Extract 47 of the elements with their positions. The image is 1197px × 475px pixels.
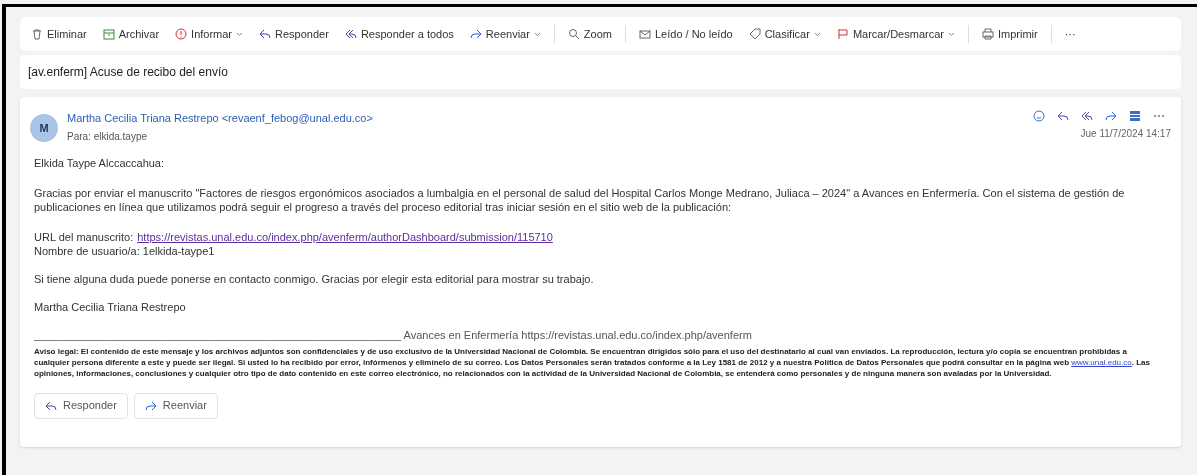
date-time: Jue 11/7/2024 14:17 (1080, 127, 1171, 141)
signature-name: Martha Cecilia Triana Restrepo (34, 299, 187, 314)
warning-circle-icon (175, 28, 188, 40)
manuscript-link[interactable]: https://revistas.unal.edu.co/index.php/avenferm/authorDashboard/submission/115710 (137, 229, 553, 244)
toolbar-button[interactable]: Informar (172, 22, 247, 46)
action-button[interactable]: Reenviar (133, 392, 218, 419)
toolbar-button[interactable]: Archivar (99, 22, 163, 46)
toolbar-button[interactable]: Zoom (564, 22, 615, 46)
contact-text: Si tiene alguna duda puede ponerse en contacto conmigo. Gracias por elegir esta editorial para mostrar su trabajo. (34, 271, 595, 286)
avatar: M (30, 114, 58, 142)
subject-title: [av.enferm] Acuse de recibo del envío (28, 64, 228, 81)
envelope-icon (639, 28, 651, 40)
forward-icon (469, 28, 482, 40)
toolbar-button[interactable]: Imprimir (978, 22, 1041, 46)
emoji-icon[interactable] (1033, 110, 1045, 122)
disclaimer-text: Aviso legal: El contenido de este mensaje y los archivos adjuntos son confidenciales y de uso exclusivo de la Universidad Nacional de Colombia. Se encuentran dirigidos sólo para el uso del destinatario al cual van enviados. La reproducción, lectura y/o copia se encuentran prohibidas a cualquier persona diferente a este y puede ser ilegal. Si usted lo ha recibido por error, infórmenos y elimínelo de su correo. Los Datos Personales serán tratados conforme a la Ley 1581 de 2012 y a nuestra Política de Datos Personales que podrá consultar en la página web www.unal.edu.co. Las opiniones, informaciones, conclusiones y cualquier otro tipo de dato contenido en este correo electrónico, no relacionados con la actividad de la Universidad Nacional de Colombia, se entenderá como personales y de ninguna manera son avaladas por la Universidad. (34, 345, 1151, 379)
toolbar-button[interactable]: Leído / No leído (636, 22, 736, 46)
reply-icon (45, 399, 57, 412)
flag-icon (836, 28, 849, 40)
greeting-text: Elkida Taype Alccaccahua: (34, 155, 166, 170)
reply-icon (259, 28, 272, 40)
toolbar-button[interactable]: ··· (1061, 22, 1079, 46)
action-button[interactable]: Responder (34, 392, 128, 419)
forward-icon[interactable] (1105, 110, 1117, 122)
journal-line: ____________________________________________________________ Avances en Enfermería https://revistas.unal.edu.co/index.php/avenferm (34, 327, 753, 342)
reply-icon[interactable] (1057, 110, 1069, 122)
recipient-line: Para: elkida.taype (67, 129, 149, 144)
reply-all-icon[interactable] (1081, 110, 1093, 122)
trash-icon (31, 28, 43, 40)
toolbar-button[interactable]: Responder a todos (341, 22, 457, 46)
sender-name[interactable]: Martha Cecilia Triana Restrepo <revaenf_febog@unal.edu.co> (67, 110, 373, 127)
printer-icon (981, 28, 994, 40)
toolbar-button[interactable]: Clasificar (745, 22, 824, 46)
disclaimer-link[interactable]: www.unal.edu.co (1071, 357, 1132, 367)
reply-all-icon (344, 28, 357, 40)
toolbar-button[interactable]: Reenviar (466, 22, 544, 46)
toolbar-button[interactable]: Responder (256, 22, 332, 46)
tag-icon (748, 28, 761, 40)
zoom-icon (567, 28, 580, 40)
body-paragraph: Gracias por enviar el manuscrito "Factores de riesgos ergonómicos asociados a lumbalgia en el personal de salud del Hospital Carlos Monge Medrano, Juliaca – 2024" a Avances en Enfermería. Con el sistema de gestión de publicaciones en línea que utilizamos podrá seguir el progreso a través del proceso editorial tras iniciar sesión en el sitio web de la publicación: (34, 185, 1126, 214)
url-label: URL del manuscrito: (34, 229, 134, 244)
archive-icon (102, 28, 115, 40)
username-text: Nombre de usuario/a: 1elkida-taype1 (34, 243, 216, 258)
toolbar-button[interactable]: Eliminar (28, 22, 90, 46)
toolbar-button[interactable]: Marcar/Desmarcar (833, 22, 958, 46)
more-icon[interactable] (1153, 114, 1165, 118)
forward-icon (144, 399, 157, 412)
